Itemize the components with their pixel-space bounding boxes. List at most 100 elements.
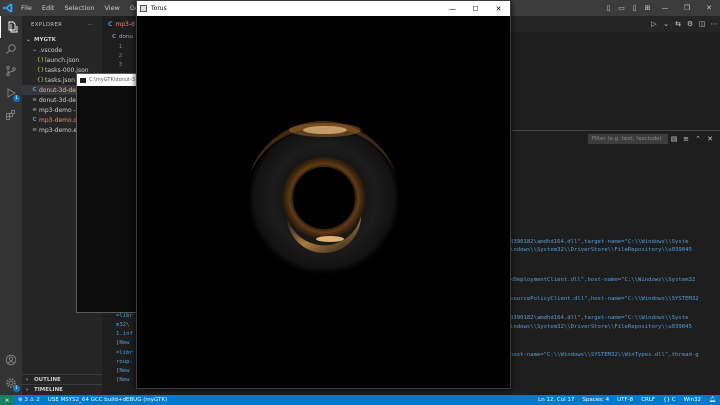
- output-line: xDeploymentClient.dll",host-name="C:\\Wi…: [510, 277, 696, 283]
- tree-item-label: tasks.json: [45, 76, 75, 84]
- line-number: 3: [118, 62, 122, 68]
- exe-file-icon: ≡: [32, 127, 37, 133]
- output-line: =libr: [116, 313, 133, 319]
- output-line: 1.inf: [116, 331, 133, 337]
- output-line: indows\\System32\\DriverStore\\FileRepos…: [510, 324, 692, 330]
- tree-item-label: launch.json: [45, 56, 80, 64]
- output-line: 8390182\amdhd164.dll",target-name="C:\\W…: [510, 315, 689, 321]
- run-badge: 1: [13, 95, 20, 102]
- console-titlebar[interactable]: C:\myGTK\donut-3: [77, 74, 137, 86]
- torus-window[interactable]: Torus — ☐ ✕: [136, 0, 511, 389]
- manage-badge: 1: [13, 385, 20, 392]
- torus-hole: [293, 167, 355, 229]
- console-title: C:\myGTK\donut-3: [89, 77, 135, 83]
- timeline-section[interactable]: › TIMELINE: [22, 384, 102, 395]
- indentation[interactable]: Spaces: 4: [578, 397, 613, 403]
- menu-edit[interactable]: Edit: [37, 0, 60, 16]
- account-icon[interactable]: [0, 349, 22, 371]
- compare-icon[interactable]: ⇆: [672, 19, 684, 30]
- tree-item[interactable]: {} launch.json: [22, 55, 102, 65]
- c-file-icon: C: [112, 34, 117, 40]
- explorer-icon[interactable]: [0, 16, 22, 38]
- torus-close-button[interactable]: ✕: [487, 1, 510, 16]
- output-line: roup-: [116, 359, 133, 365]
- lock-scroll-icon[interactable]: ≡: [680, 133, 692, 144]
- output-line: [New: [116, 340, 130, 346]
- line-ending[interactable]: CRLF: [637, 397, 659, 403]
- torus-title: Torus: [151, 5, 167, 12]
- tree-item[interactable]: ⌄ .vscode: [22, 45, 102, 55]
- search-icon[interactable]: [0, 38, 22, 60]
- c-file-icon: C: [32, 87, 37, 93]
- remote-indicator[interactable]: ⨯: [0, 395, 14, 405]
- status-bar: ⨯ ⊗ 3 ⚠ 2 USE MSYS2_64 GCC build+dEBUG (…: [0, 395, 720, 405]
- customize-layout-icon[interactable]: ⊞: [641, 0, 654, 16]
- more-actions-icon[interactable]: ···: [88, 22, 94, 28]
- clear-output-icon[interactable]: ▤: [668, 133, 680, 144]
- output-line: [New: [116, 368, 130, 374]
- json-file-icon: {}: [37, 57, 44, 63]
- chevron-right-icon: ›: [26, 377, 29, 383]
- torus-titlebar[interactable]: Torus — ☐ ✕: [137, 1, 510, 16]
- torus-minimize-button[interactable]: —: [441, 1, 464, 16]
- menu-file[interactable]: File: [16, 0, 37, 16]
- chevron-down-icon: ⌄: [26, 36, 31, 43]
- source-control-icon[interactable]: [0, 60, 22, 82]
- torus-maximize-button[interactable]: ☐: [464, 1, 487, 16]
- tab-label: mp3-d: [115, 20, 135, 28]
- output-line: host-name="C:\\Windows\\SYSTEM32\\WinTyp…: [510, 352, 699, 358]
- chevron-down-icon[interactable]: ⌄: [660, 19, 672, 30]
- cursor-position[interactable]: Ln 12, Col 17: [534, 397, 578, 403]
- vscode-close-button[interactable]: ✕: [698, 0, 720, 16]
- layout-sidebar-icon[interactable]: ▯: [602, 0, 615, 16]
- activity-bar: 1 1: [0, 16, 22, 395]
- vscode-minimize-button[interactable]: —: [654, 0, 676, 16]
- output-filter-input[interactable]: [588, 133, 668, 144]
- run-code-icon[interactable]: ▷: [648, 19, 660, 30]
- editor-actions: ▷ ⌄ ⇆ ⚙ ◫ ⋯: [648, 16, 720, 32]
- tree-item-label: donut-3d-der: [39, 86, 79, 94]
- tree-item-label: donut-3d-der: [39, 96, 79, 104]
- c-file-icon: C: [108, 20, 113, 28]
- layout-panel-icon[interactable]: ▭: [615, 0, 628, 16]
- extensions-icon[interactable]: [0, 104, 22, 126]
- vscode-restore-button[interactable]: ❐: [676, 0, 698, 16]
- run-debug-icon[interactable]: 1: [0, 82, 22, 104]
- close-panel-icon[interactable]: ✕: [704, 133, 716, 144]
- platform[interactable]: Win32: [680, 397, 705, 403]
- notifications-bell-icon[interactable]: 🔔︎: [705, 397, 720, 403]
- title-right-controls: ▯ ▭ ▯ ⊞ — ❐ ✕: [602, 0, 720, 16]
- more-actions-icon[interactable]: ⋯: [708, 19, 720, 30]
- output-line: m32\: [116, 322, 130, 328]
- menu-view[interactable]: View: [99, 0, 124, 16]
- json-file-icon: {}: [37, 77, 44, 83]
- status-right: Ln 12, Col 17 Spaces: 4 UTF-8 CRLF {} C …: [534, 395, 720, 405]
- workspace-section[interactable]: ⌄ MYGTK: [22, 34, 102, 45]
- tree-item-label: mp3-demo.ex: [39, 126, 81, 134]
- settings-gear-icon[interactable]: ⚙: [684, 19, 696, 30]
- line-number: 1: [118, 44, 122, 50]
- problems-indicator[interactable]: ⊗ 3 ⚠ 2: [14, 397, 44, 403]
- build-config[interactable]: USE MSYS2_64 GCC build+dEBUG (myGTK): [44, 397, 171, 403]
- language-mode[interactable]: {} C: [659, 397, 680, 403]
- vscode-logo-icon: [0, 0, 16, 16]
- console-app-icon: [80, 77, 86, 83]
- menu-selection[interactable]: Selection: [59, 0, 99, 16]
- line-number: 2: [118, 53, 122, 59]
- exe-file-icon: ≡: [32, 107, 37, 113]
- output-line: [New: [116, 377, 130, 383]
- torus-top-glow: [289, 123, 361, 137]
- output-line: indows\\System32\\DriverStore\\FileRepos…: [510, 247, 692, 253]
- output-line: =libr: [116, 350, 133, 356]
- encoding[interactable]: UTF-8: [613, 397, 637, 403]
- explorer-title: EXPLORER: [31, 22, 63, 28]
- console-window[interactable]: C:\myGTK\donut-3: [76, 73, 138, 313]
- exe-file-icon: ≡: [32, 97, 37, 103]
- split-editor-icon[interactable]: ◫: [696, 19, 708, 30]
- maximize-panel-icon[interactable]: ⌃: [692, 133, 704, 144]
- torus-inner-highlight: [316, 236, 344, 242]
- manage-gear-icon[interactable]: 1: [0, 372, 22, 394]
- tree-item-label: mp3-demo.c: [39, 116, 77, 124]
- layout-secondary-icon[interactable]: ▯: [628, 0, 641, 16]
- torus-window-controls: — ☐ ✕: [441, 1, 510, 16]
